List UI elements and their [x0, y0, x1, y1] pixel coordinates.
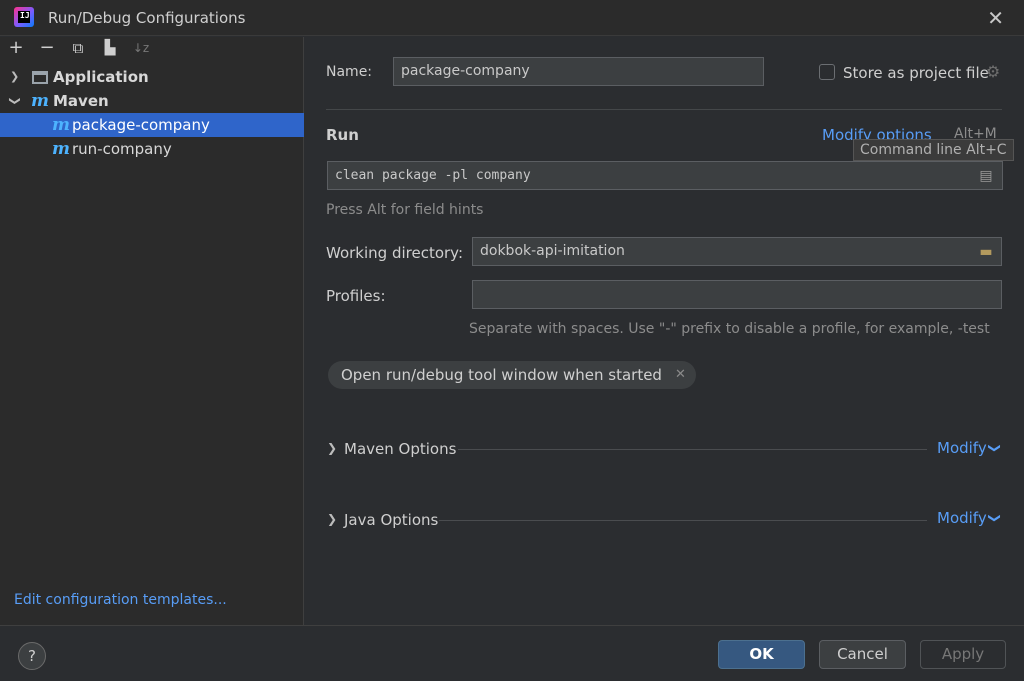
java-options-section[interactable]: Java Options	[344, 511, 438, 529]
edit-templates-link[interactable]: Edit configuration templates...	[14, 592, 227, 608]
maven-icon: m	[31, 91, 49, 111]
chevron-right-icon[interactable]: ❯	[327, 512, 337, 526]
copy-icon[interactable]: ⧉	[67, 38, 89, 60]
divider	[326, 109, 1002, 110]
tree-item-application[interactable]: ❯ Application	[0, 65, 304, 89]
name-field[interactable]: package-company	[393, 57, 764, 86]
working-directory-field[interactable]: dokbok-api-imitation	[472, 237, 1002, 266]
dialog-footer: ? OK Cancel Apply	[0, 625, 1024, 681]
configuration-form: Name: package-company Store as project f…	[305, 37, 1024, 625]
cancel-button[interactable]: Cancel	[819, 640, 906, 669]
tree-item-label: run-company	[72, 140, 172, 158]
maven-icon: m	[52, 139, 70, 159]
chevron-down-icon[interactable]: ❯	[3, 96, 27, 105]
run-heading: Run	[326, 126, 359, 144]
close-icon[interactable]: ✕	[987, 6, 1004, 30]
chevron-right-icon[interactable]: ❯	[327, 441, 337, 455]
window-title: Run/Debug Configurations	[48, 9, 246, 27]
expand-field-icon[interactable]: ▤	[977, 167, 995, 185]
new-folder-icon[interactable]: ▙	[99, 38, 121, 60]
chevron-down-icon[interactable]: ❯	[988, 513, 1002, 523]
tree-item-run-company[interactable]: m run-company	[0, 137, 304, 161]
apply-button[interactable]: Apply	[920, 640, 1006, 669]
tree-item-label: Application	[53, 68, 149, 86]
store-project-label[interactable]: Store as project file	[843, 64, 989, 82]
profiles-hint: Separate with spaces. Use "-" prefix to …	[469, 321, 990, 337]
store-project-checkbox[interactable]	[819, 64, 835, 80]
profiles-label: Profiles:	[326, 287, 386, 305]
name-label: Name:	[326, 64, 373, 80]
ok-button[interactable]: OK	[718, 640, 805, 669]
remove-tag-icon[interactable]: ✕	[675, 361, 686, 389]
title-bar: IJ Run/Debug Configurations ✕	[0, 0, 1024, 36]
tag-label: Open run/debug tool window when started	[341, 366, 662, 384]
sort-icon[interactable]: ↓z	[130, 38, 152, 60]
gear-icon[interactable]: ⚙	[984, 63, 1002, 81]
tree-item-label: package-company	[72, 116, 210, 134]
chevron-right-icon[interactable]: ❯	[10, 65, 19, 89]
add-icon[interactable]: +	[5, 38, 27, 60]
tree-item-label: Maven	[53, 92, 109, 110]
open-tool-window-tag: Open run/debug tool window when started …	[328, 361, 696, 389]
command-line-tooltip: Command line Alt+C	[853, 139, 1014, 161]
folder-icon[interactable]: ▬	[977, 243, 995, 261]
sidebar-toolbar: + − ⧉ ▙ ↓z	[0, 37, 304, 61]
profiles-field[interactable]	[472, 280, 1002, 309]
tree-item-package-company[interactable]: m package-company	[0, 113, 304, 137]
remove-icon[interactable]: −	[36, 38, 58, 60]
section-divider	[458, 449, 927, 450]
java-options-modify-link[interactable]: Modify	[937, 509, 987, 527]
working-directory-label: Working directory:	[326, 244, 464, 262]
intellij-icon: IJ	[14, 7, 34, 27]
chevron-down-icon[interactable]: ❯	[988, 443, 1002, 453]
maven-icon: m	[52, 115, 70, 135]
maven-options-modify-link[interactable]: Modify	[937, 439, 987, 457]
application-icon	[32, 71, 48, 84]
maven-options-section[interactable]: Maven Options	[344, 440, 456, 458]
configurations-tree: ❯ Application ❯ m Maven m package-compan…	[0, 65, 304, 161]
field-hint: Press Alt for field hints	[326, 202, 484, 218]
section-divider	[439, 520, 927, 521]
configurations-sidebar: + − ⧉ ▙ ↓z ❯ Application ❯ m Maven m pac…	[0, 37, 304, 625]
command-line-field[interactable]: clean package -pl company	[327, 161, 1003, 190]
tree-item-maven[interactable]: ❯ m Maven	[0, 89, 304, 113]
help-icon[interactable]: ?	[18, 642, 46, 670]
